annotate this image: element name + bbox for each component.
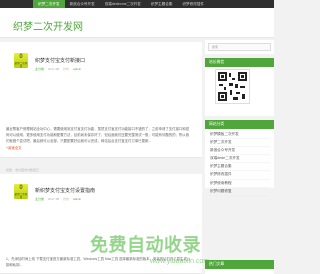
hot-posts-widget: 热门文章 xyxy=(205,260,274,274)
nav-item-themes[interactable]: 织梦主题合集 xyxy=(146,0,178,8)
category-list: 织梦模板二次开发 织梦二次开发 新浪合众号开发 双端dede二次开发 织梦主题合… xyxy=(205,129,274,198)
watermark-url: www.yidaaixin.com xyxy=(150,258,210,265)
category-item[interactable]: 织梦使用教程 xyxy=(210,180,269,188)
thumbnail-number: 0 xyxy=(19,54,23,60)
site-title[interactable]: 织梦二次开发网 xyxy=(13,22,83,33)
nav-item-dev[interactable]: 织梦二次开发 xyxy=(33,0,65,8)
post-views: 计价 xyxy=(63,67,70,71)
post-category[interactable]: 主分类 xyxy=(35,67,44,71)
category-item[interactable]: 织梦问题修复 xyxy=(210,188,269,196)
post-title[interactable]: 织梦支付宝支付新接口 xyxy=(35,58,85,64)
search-input[interactable]: 搜索 xyxy=(208,43,271,51)
sidebar: 搜索 站长微信 网站分类 织梦模板二次开发 织梦二次开发 新浪合众号开发 双端d… xyxy=(205,38,274,274)
nav-item-dedecms[interactable]: 双端dedecms二次开发 xyxy=(100,0,146,8)
post-meta: 主分类 2017-08 计价 admin xyxy=(35,197,81,201)
post-category[interactable]: 主分类 xyxy=(35,197,44,201)
post-date: 2017-08 xyxy=(48,67,60,71)
thumbnail-caption: 织梦二次开发 xyxy=(14,193,28,199)
post-thumbnail[interactable]: 0 织梦二次开发 xyxy=(14,184,28,199)
category-item[interactable]: 织梦二次开发 xyxy=(210,139,269,148)
post-excerpt: 最近帮客户修理网站全功中心，需要使用到支付宝支付功能，虽然支付宝支付功能接口不错… xyxy=(6,127,190,143)
category-item[interactable]: 双端dede二次开发 xyxy=(210,155,269,164)
qr-widget: 站长微信 xyxy=(205,58,274,116)
top-nav: 织梦二次开发 新浪合众号开发 双端dedecms二次开发 织梦主题合集 织梦修改… xyxy=(33,0,209,8)
post-date: 2017-08 xyxy=(48,197,60,201)
site-header: 织梦二次开发网 xyxy=(0,8,274,38)
post-tags[interactable]: 标签：支付宝支付新接口 xyxy=(6,168,39,172)
thumbnail-number: 0 xyxy=(19,185,23,191)
watermark-text: 免费自动收录 xyxy=(90,235,201,256)
post-card: 0 织梦二次开发 织梦支付宝支付新接口 主分类 2017-08 计价 admin… xyxy=(0,42,202,172)
category-item[interactable]: 织梦主题合集 xyxy=(210,163,269,172)
read-more-link[interactable]: +阅读全文 xyxy=(6,146,22,150)
hot-posts-heading: 热门文章 xyxy=(205,260,274,269)
category-item[interactable]: 织梦修改插件 xyxy=(210,171,269,180)
search-widget: 搜索 xyxy=(205,40,274,54)
wechat-qr-icon xyxy=(215,69,250,104)
thumbnail-caption: 织梦二次开发 xyxy=(14,62,28,68)
nav-item-wechat[interactable]: 新浪合众号开发 xyxy=(65,0,100,8)
category-heading: 网站分类 xyxy=(205,120,274,129)
nav-item-plugins[interactable]: 织梦修改插件 xyxy=(177,0,209,8)
post-views: 计价 xyxy=(63,197,70,201)
post-thumbnail[interactable]: 0 织梦二次开发 xyxy=(14,53,28,68)
post-author[interactable]: admin xyxy=(73,67,81,71)
category-item[interactable]: 织梦模板二次开发 xyxy=(210,131,269,140)
qr-heading: 站长微信 xyxy=(205,58,274,67)
post-title[interactable]: 新织梦支付宝支付设置指南 xyxy=(35,188,95,194)
category-item[interactable]: 新浪合众号开发 xyxy=(210,147,269,156)
category-widget: 网站分类 织梦模板二次开发 织梦二次开发 新浪合众号开发 双端dede二次开发 … xyxy=(205,120,274,196)
post-meta: 主分类 2017-08 计价 admin xyxy=(35,67,81,71)
post-author[interactable]: admin xyxy=(73,197,81,201)
